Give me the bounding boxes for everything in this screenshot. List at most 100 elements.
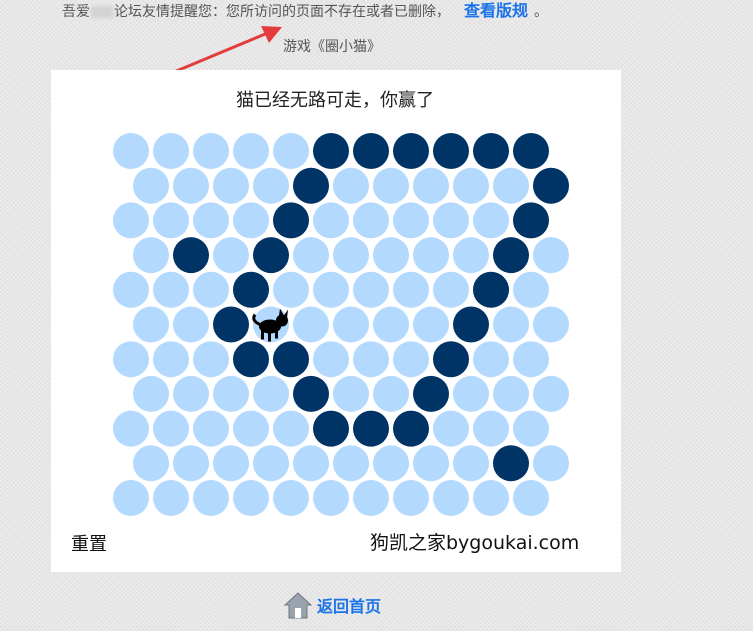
open-cell[interactable] [353, 341, 389, 378]
open-cell[interactable] [313, 271, 349, 308]
open-cell[interactable] [193, 410, 229, 447]
open-cell[interactable] [193, 341, 229, 378]
open-cell[interactable] [353, 480, 389, 516]
open-cell[interactable] [513, 480, 549, 516]
open-cell[interactable] [233, 480, 269, 516]
reset-button[interactable]: 重置 [71, 530, 107, 556]
open-cell[interactable] [133, 445, 169, 482]
home-link[interactable]: 返回首页 [317, 593, 381, 617]
open-cell[interactable] [233, 202, 269, 239]
open-cell[interactable] [333, 237, 369, 274]
open-cell[interactable] [133, 167, 169, 204]
open-cell[interactable] [213, 167, 249, 204]
open-cell[interactable] [293, 237, 329, 274]
open-cell[interactable] [353, 202, 389, 239]
open-cell[interactable] [193, 133, 229, 169]
open-cell[interactable] [253, 167, 289, 204]
open-cell[interactable] [113, 341, 149, 378]
open-cell[interactable] [533, 306, 569, 343]
open-cell[interactable] [173, 375, 209, 412]
open-cell[interactable] [373, 445, 409, 482]
open-cell[interactable] [253, 375, 289, 412]
open-cell[interactable] [453, 375, 489, 412]
open-cell[interactable] [413, 237, 449, 274]
open-cell[interactable] [293, 445, 329, 482]
open-cell[interactable] [113, 202, 149, 239]
open-cell[interactable] [153, 480, 189, 516]
open-cell[interactable] [393, 480, 429, 516]
open-cell[interactable] [453, 445, 489, 482]
open-cell[interactable] [153, 271, 189, 308]
home-link-container[interactable]: 返回首页 [283, 590, 381, 620]
open-cell[interactable] [513, 410, 549, 447]
open-cell[interactable] [113, 410, 149, 447]
open-cell[interactable] [193, 271, 229, 308]
open-cell[interactable] [273, 480, 309, 516]
open-cell[interactable] [273, 410, 309, 447]
open-cell[interactable] [173, 306, 209, 343]
open-cell[interactable] [153, 341, 189, 378]
open-cell[interactable] [153, 133, 189, 169]
open-cell[interactable] [313, 341, 349, 378]
open-cell[interactable] [173, 445, 209, 482]
open-cell[interactable] [213, 237, 249, 274]
open-cell[interactable] [433, 202, 469, 239]
open-cell[interactable] [393, 341, 429, 378]
open-cell[interactable] [433, 410, 469, 447]
open-cell[interactable] [473, 341, 509, 378]
open-cell[interactable] [153, 410, 189, 447]
open-cell[interactable] [133, 375, 169, 412]
open-cell[interactable] [113, 271, 149, 308]
open-cell[interactable] [333, 375, 369, 412]
open-cell[interactable] [433, 480, 469, 516]
open-cell[interactable] [313, 480, 349, 516]
open-cell[interactable] [493, 306, 529, 343]
open-cell[interactable] [533, 445, 569, 482]
open-cell[interactable] [513, 341, 549, 378]
open-cell[interactable] [493, 167, 529, 204]
open-cell[interactable] [213, 375, 249, 412]
open-cell[interactable] [313, 202, 349, 239]
open-cell[interactable] [173, 167, 209, 204]
open-cell[interactable] [433, 271, 469, 308]
open-cell[interactable] [133, 237, 169, 274]
open-cell[interactable] [333, 167, 369, 204]
open-cell[interactable] [373, 167, 409, 204]
open-cell[interactable] [473, 410, 509, 447]
open-cell[interactable] [393, 271, 429, 308]
open-cell[interactable] [373, 306, 409, 343]
open-cell[interactable] [473, 202, 509, 239]
open-cell[interactable] [453, 237, 489, 274]
open-cell[interactable] [373, 237, 409, 274]
open-cell[interactable] [493, 375, 529, 412]
open-cell[interactable] [293, 306, 329, 343]
open-cell[interactable] [393, 202, 429, 239]
open-cell[interactable] [453, 167, 489, 204]
open-cell[interactable] [413, 167, 449, 204]
open-cell[interactable] [273, 133, 309, 169]
open-cell[interactable] [113, 480, 149, 516]
open-cell[interactable] [333, 445, 369, 482]
open-cell[interactable] [213, 445, 249, 482]
open-cell[interactable] [413, 306, 449, 343]
open-cell[interactable] [533, 375, 569, 412]
open-cell[interactable] [233, 410, 269, 447]
open-cell[interactable] [353, 271, 389, 308]
open-cell[interactable] [233, 133, 269, 169]
open-cell[interactable] [193, 202, 229, 239]
blocked-cell [233, 271, 269, 308]
open-cell[interactable] [533, 237, 569, 274]
blocked-cell [473, 133, 509, 169]
open-cell[interactable] [253, 445, 289, 482]
open-cell[interactable] [333, 306, 369, 343]
open-cell[interactable] [273, 271, 309, 308]
open-cell[interactable] [513, 271, 549, 308]
open-cell[interactable] [153, 202, 189, 239]
open-cell[interactable] [133, 306, 169, 343]
open-cell[interactable] [413, 445, 449, 482]
open-cell[interactable] [473, 480, 509, 516]
open-cell[interactable] [113, 133, 149, 169]
open-cell[interactable] [193, 480, 229, 516]
blocked-cell [273, 341, 309, 378]
open-cell[interactable] [373, 375, 409, 412]
